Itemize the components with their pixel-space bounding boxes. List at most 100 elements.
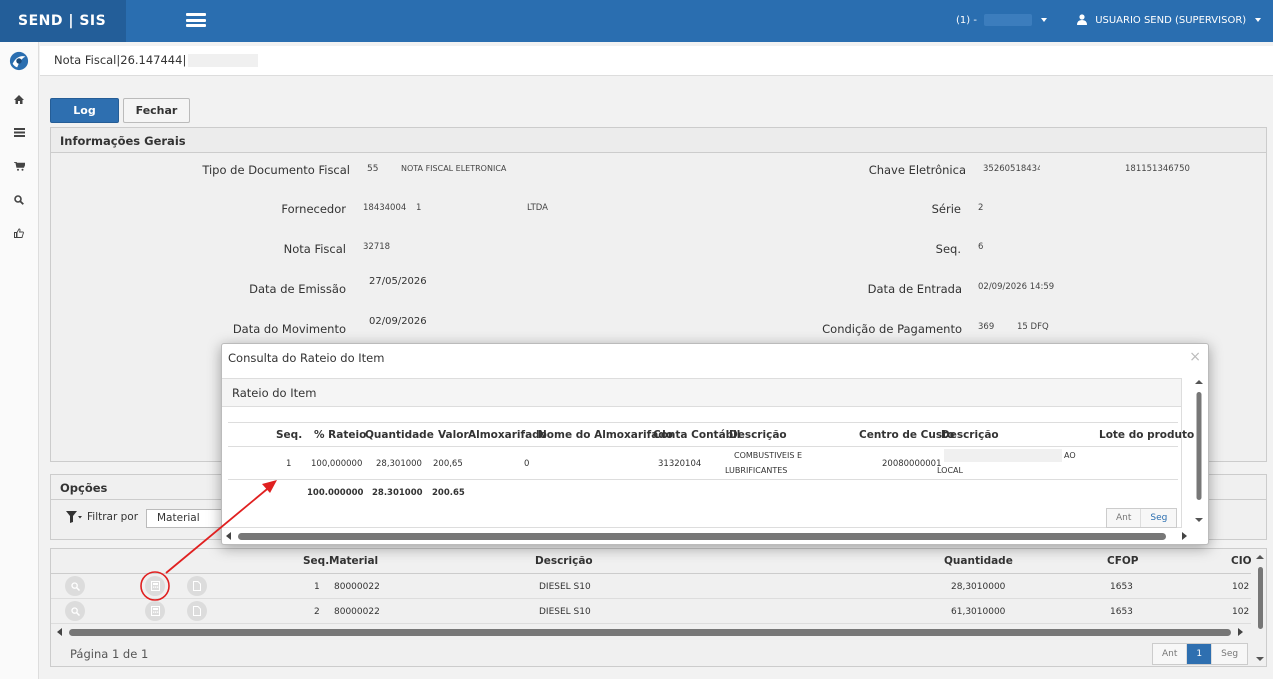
close-button[interactable]: Fechar — [123, 98, 190, 123]
logo-icon[interactable] — [9, 51, 29, 71]
cart-icon[interactable] — [9, 156, 29, 176]
grid-horizontal-scrollbar[interactable] — [55, 626, 1245, 638]
breadcrumb: Nota Fiscal|26.147444| — [54, 53, 259, 67]
fornecedor-redacted — [445, 200, 525, 214]
log-button[interactable]: Log — [50, 98, 119, 123]
modal-title: Consulta do Rateio do Item — [228, 351, 385, 365]
cell-material: 80000022 — [334, 607, 380, 617]
cell-descricao: DIESEL S10 — [539, 607, 591, 617]
breadcrumb-bar: Nota Fiscal|26.147444| — [40, 46, 1273, 76]
cell-cfop: 1653 — [1110, 582, 1133, 592]
scrollbar-thumb[interactable] — [238, 533, 1166, 540]
chave-label: Chave Eletrônica — [868, 163, 966, 177]
col-valor[interactable]: Valor — [438, 429, 469, 441]
cell-quantidade: 28,3010000 — [951, 582, 1006, 592]
entrada-label: Data de Entrada — [867, 282, 962, 296]
chevron-down-icon — [1255, 18, 1262, 22]
top-bar: SEND | SIS (1) - USUARIO SEND (SUPERVISO… — [0, 0, 1273, 42]
cell-conta-desc-2: LUBRIFICANTES — [725, 466, 788, 475]
grid-header: Seq. Material Descrição Quantidade CFOP … — [51, 549, 1252, 574]
view-icon[interactable] — [65, 576, 85, 596]
centro-desc-redacted — [944, 449, 1062, 462]
user-menu[interactable]: USUARIO SEND (SUPERVISOR) — [1077, 14, 1262, 26]
fornecedor-branch: 1 — [416, 203, 422, 213]
table-row[interactable]: 1 100,000000 28,301000 200,65 0 31320104… — [228, 447, 1178, 480]
tipo-doc-label: Tipo de Documento Fiscal — [202, 163, 350, 177]
fornecedor-code: 18434004 — [363, 203, 407, 213]
col-lote[interactable]: Lote do produto — [1099, 429, 1194, 441]
sidebar — [0, 42, 39, 679]
col-material[interactable]: Material — [329, 555, 378, 567]
cell-seq: 1 — [314, 582, 320, 592]
scroll-left-icon[interactable] — [57, 628, 62, 636]
scroll-left-icon[interactable] — [226, 532, 231, 540]
chevron-down-icon — [1041, 18, 1048, 22]
company-selector[interactable]: (1) - — [956, 14, 1048, 26]
grid-pager: Ant 1 Seg — [1152, 643, 1249, 665]
col-seq[interactable]: Seq. — [303, 555, 329, 567]
list-icon[interactable] — [9, 122, 29, 142]
document-icon[interactable] — [187, 601, 207, 621]
calculator-icon[interactable] — [145, 601, 165, 621]
brand-logo[interactable]: SEND | SIS — [0, 0, 126, 42]
search-icon[interactable] — [9, 190, 29, 210]
cell-conta-desc-1: COMBUSTIVEIS E — [734, 451, 803, 460]
filter-select[interactable]: Material — [146, 509, 226, 528]
totals-row: 100.000000 28.301000 200.65 — [228, 480, 1178, 504]
home-icon[interactable] — [9, 89, 29, 109]
company-label: (1) - — [956, 15, 977, 26]
col-quantidade[interactable]: Quantidade — [944, 555, 1013, 567]
col-cio[interactable]: CIO — [1231, 555, 1252, 567]
col-descricao-centro[interactable]: Descrição — [941, 429, 999, 441]
chave-redacted — [1040, 161, 1124, 175]
col-quantidade[interactable]: Quantidade — [365, 429, 434, 441]
col-cfop[interactable]: CFOP — [1107, 555, 1139, 567]
col-conta-contabil[interactable]: Conta Contábil — [653, 429, 740, 441]
pager-prev[interactable]: Ant — [1107, 509, 1142, 527]
chave-suffix: 181151346750 — [1125, 164, 1190, 174]
filter-control[interactable]: Filtrar por — [66, 511, 138, 523]
cell-quantidade: 61,3010000 — [951, 607, 1006, 617]
cell-centro-desc-2: LOCAL — [937, 466, 963, 475]
table-row[interactable]: 1 80000022 DIESEL S10 28,3010000 1653 10… — [51, 574, 1251, 599]
calculator-icon[interactable] — [145, 576, 165, 596]
menu-toggle-icon[interactable] — [186, 13, 206, 27]
cell-material: 80000022 — [334, 582, 380, 592]
col-descricao[interactable]: Descrição — [535, 555, 593, 567]
close-icon[interactable]: × — [1189, 350, 1201, 364]
seq-value: 6 — [978, 242, 984, 252]
grid-vertical-scrollbar[interactable] — [1254, 553, 1266, 665]
pager-next[interactable]: Seg — [1141, 509, 1176, 527]
scrollbar-thumb[interactable] — [69, 629, 1231, 636]
scroll-right-icon[interactable] — [1238, 628, 1243, 636]
panel-title: Informações Gerais — [51, 128, 1266, 153]
col-almoxarifado[interactable]: Almoxarifado — [468, 429, 547, 441]
cell-rateio: 100,000000 — [311, 459, 363, 469]
pager-next[interactable]: Seg — [1212, 644, 1247, 664]
emissao-label: Data de Emissão — [249, 282, 346, 296]
pager-prev[interactable]: Ant — [1153, 644, 1188, 664]
company-name-redacted — [984, 14, 1033, 26]
col-rateio[interactable]: % Rateio — [314, 429, 366, 441]
user-icon — [1077, 14, 1087, 25]
total-valor: 200.65 — [432, 488, 465, 498]
thumbs-up-icon[interactable] — [9, 223, 29, 243]
cell-descricao: DIESEL S10 — [539, 582, 591, 592]
tipo-doc-code: 55 — [367, 164, 379, 174]
breadcrumb-redacted — [188, 54, 259, 67]
view-icon[interactable] — [65, 601, 85, 621]
breadcrumb-text: Nota Fiscal|26.147444| — [54, 53, 187, 67]
fornecedor-name: LTDA — [527, 203, 548, 213]
modal-vertical-scrollbar[interactable] — [1193, 378, 1205, 528]
tipo-doc-desc: NOTA FISCAL ELETRONICA — [401, 164, 507, 173]
modal-horizontal-scrollbar[interactable] — [224, 530, 1187, 542]
scroll-right-icon[interactable] — [1182, 532, 1187, 540]
col-seq[interactable]: Seq. — [276, 429, 302, 441]
movimento-label: Data do Movimento — [232, 322, 346, 336]
col-descricao[interactable]: Descrição — [729, 429, 787, 441]
cell-conta: 31320104 — [658, 459, 702, 469]
pager-page-1[interactable]: 1 — [1187, 644, 1213, 664]
table-row[interactable]: 2 80000022 DIESEL S10 61,3010000 1653 10… — [51, 599, 1251, 624]
document-icon[interactable] — [187, 576, 207, 596]
entrada-value: 02/09/2026 14:59 — [978, 282, 1055, 292]
